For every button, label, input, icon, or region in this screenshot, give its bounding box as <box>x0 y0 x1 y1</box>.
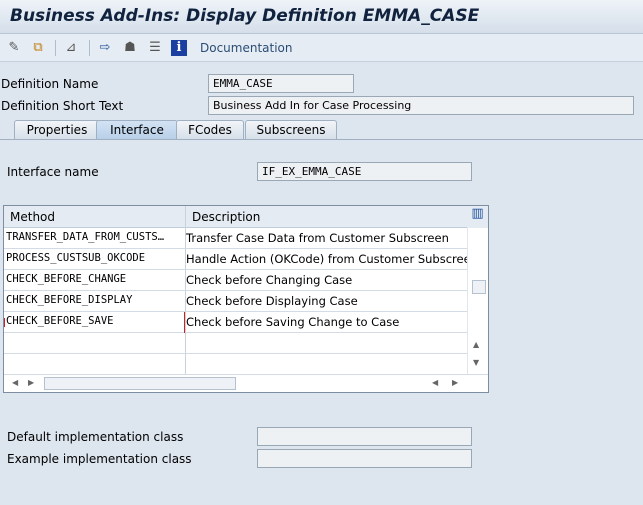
tab-subscreens[interactable]: Subscreens <box>245 120 337 139</box>
example-impl-field[interactable] <box>257 449 472 468</box>
example-impl-label: Example implementation class <box>7 452 192 466</box>
table-row[interactable] <box>4 333 467 354</box>
short-text-label: Definition Short Text <box>1 99 124 113</box>
hierarchy-icon[interactable]: ⊿ <box>63 40 79 56</box>
navigate-icon[interactable]: ⇨ <box>97 40 113 56</box>
scroll-right-icon[interactable]: ▶ <box>452 378 458 387</box>
scroll-down-icon[interactable]: ▼ <box>473 358 479 367</box>
description-cell: Transfer Case Data from Customer Subscre… <box>186 231 449 245</box>
documentation-button[interactable]: Documentation <box>200 41 293 55</box>
default-impl-field[interactable] <box>257 427 472 446</box>
default-impl-label: Default implementation class <box>7 430 184 444</box>
column-header-method[interactable]: Method <box>4 206 185 228</box>
table-row[interactable]: CHECK_BEFORE_CHANGE Check before Changing… <box>4 270 467 291</box>
methods-table: Method Description ▥ TRANSFER_DATA_FROM_… <box>3 205 489 393</box>
list-icon[interactable]: ☰ <box>147 40 163 56</box>
scroll-right-icon[interactable]: ▶ <box>28 378 34 387</box>
info-icon[interactable]: i <box>171 40 187 56</box>
method-cell: CHECK_BEFORE_CHANGE <box>6 273 127 285</box>
interface-name-label: Interface name <box>7 165 99 179</box>
column-layout-icon[interactable]: ▥ <box>467 206 488 228</box>
vertical-scrollbar[interactable]: ▲ ▼ <box>467 228 488 374</box>
scroll-up-icon[interactable]: ▲ <box>473 340 479 349</box>
definition-name-field[interactable]: EMMA_CASE <box>208 74 354 93</box>
horizontal-scrollbar[interactable]: ◀ ▶ ◀ ▶ <box>4 374 488 392</box>
scroll-thumb[interactable] <box>44 377 236 390</box>
page-title: Business Add-Ins: Display Definition EMM… <box>10 6 480 26</box>
scroll-left-icon[interactable]: ◀ <box>12 378 18 387</box>
method-cell: CHECK_BEFORE_DISPLAY <box>6 294 133 306</box>
table-row[interactable] <box>4 354 467 375</box>
change-display-icon[interactable]: ✎ <box>6 40 22 56</box>
scroll-left-icon[interactable]: ◀ <box>432 378 438 387</box>
title-bar: Business Add-Ins: Display Definition EMM… <box>0 0 643 34</box>
table-row[interactable]: TRANSFER_DATA_FROM_CUSTS… Transfer Case D… <box>4 228 467 249</box>
interface-name-field[interactable]: IF_EX_EMMA_CASE <box>257 162 472 181</box>
description-cell: Handle Action (OKCode) from Customer Sub… <box>186 252 478 266</box>
method-cell: PROCESS_CUSTSUB_OKCODE <box>6 252 146 264</box>
scroll-thumb[interactable] <box>472 280 486 294</box>
definition-name-label: Definition Name <box>1 77 99 91</box>
method-cell: TRANSFER_DATA_FROM_CUSTS… <box>6 231 165 243</box>
short-text-field[interactable]: Business Add In for Case Processing <box>208 96 634 115</box>
table-row[interactable]: PROCESS_CUSTSUB_OKCODE Handle Action (OKC… <box>4 249 478 270</box>
tab-interface[interactable]: Interface <box>96 120 178 139</box>
tab-properties[interactable]: Properties <box>14 120 100 139</box>
description-cell: Check before Displaying Case <box>186 294 358 308</box>
table-row[interactable]: CHECK_BEFORE_DISPLAY Check before Display… <box>4 291 467 312</box>
description-cell: Check before Changing Case <box>186 273 353 287</box>
table-row[interactable]: CHECK_BEFORE_SAVE Check before Saving Cha… <box>4 312 467 333</box>
description-cell: Check before Saving Change to Case <box>186 315 400 329</box>
other-object-icon[interactable]: ⧉ <box>30 40 46 56</box>
tab-fcodes[interactable]: FCodes <box>176 120 244 139</box>
tree-icon[interactable]: ☗ <box>122 40 138 56</box>
toolbar: ✎ ⧉ ⊿ ⇨ ☗ ☰ i Documentation <box>0 34 643 62</box>
column-header-description[interactable]: Description <box>185 206 467 228</box>
